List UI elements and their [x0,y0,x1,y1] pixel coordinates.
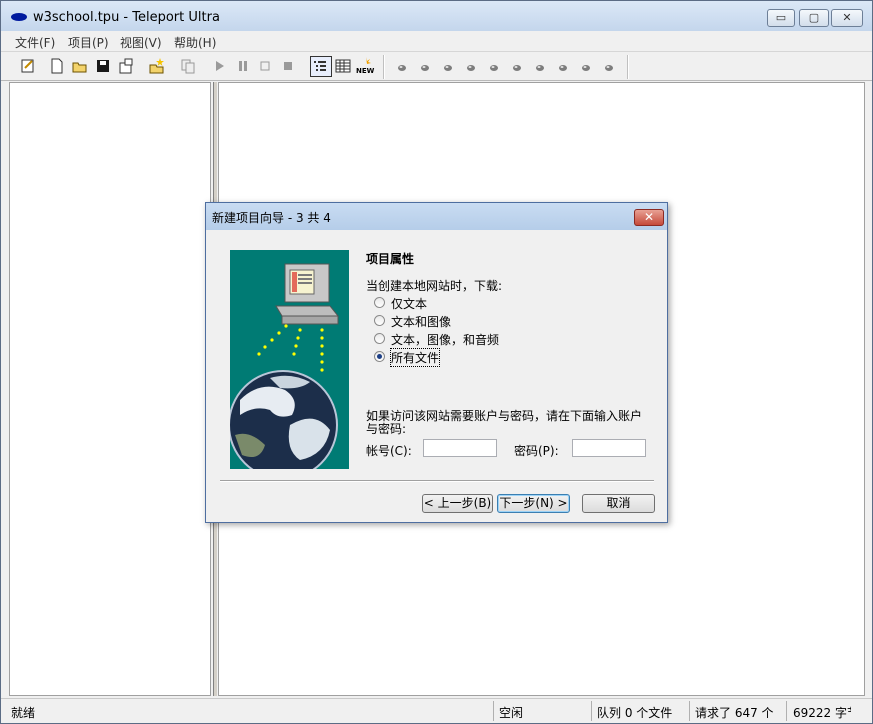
queue-bullet-icon[interactable] [416,57,434,75]
title-bar[interactable]: w3school.tpu - Teleport Ultra ▭ ▢ ✕ [1,1,872,31]
menu-file[interactable]: 文件(F) [15,34,55,51]
stop-outline-icon[interactable] [256,57,274,75]
queue-bullet-icon[interactable] [439,57,457,75]
new-project-icon[interactable] [148,57,166,75]
copy-icon[interactable] [179,57,197,75]
status-separator [591,701,592,721]
credentials-note: 如果访问该网站需要账户与密码，请在下面输入账户与密码: [366,409,643,436]
pause-icon[interactable] [234,57,252,75]
properties-icon[interactable] [117,57,135,75]
close-icon: ✕ [842,11,852,24]
queue-bullet-icon[interactable] [485,57,503,75]
queue-bullet-icon[interactable] [462,57,480,75]
status-state: 空闲 [499,706,524,720]
status-queue: 队列 0 个文件 [597,706,673,720]
account-input[interactable] [423,439,497,457]
view-list-icon[interactable] [334,57,352,75]
next-button[interactable]: 下一步(N) > [497,494,570,513]
dialog-title-bar[interactable]: 新建项目向导 - 3 共 4 ✕ [206,203,667,230]
radio-text-images-audio[interactable] [374,333,385,344]
queue-bullet-icon[interactable] [531,57,549,75]
app-window: w3school.tpu - Teleport Ultra ▭ ▢ ✕ 文件(F… [0,0,873,724]
save-icon[interactable] [94,57,112,75]
dialog-body: 项目属性 当创建本地网站时，下载: 仅文本 文本和图像 文本，图像，和音频 所有… [206,230,667,522]
play-icon[interactable] [211,57,229,75]
maximize-button[interactable]: ▢ [799,9,829,27]
queue-bullet-icon[interactable] [577,57,595,75]
new-file-icon[interactable] [48,57,66,75]
option-label: 仅文本 [391,297,428,311]
status-separator [786,701,787,721]
close-icon: ✕ [643,210,655,224]
view-tree-icon[interactable] [310,56,332,77]
minimize-icon: ▭ [775,11,787,24]
site-tree-pane[interactable] [9,82,211,696]
password-input[interactable] [572,439,646,457]
new-project-wizard-dialog: 新建项目向导 - 3 共 4 ✕ 项目属性 当创建本地网站时，下载: 仅文本 文… [205,202,668,523]
status-separator [493,701,494,721]
toolbar: NEW [1,52,872,81]
toolbar-separator [627,55,629,79]
status-requested: 请求了 647 个 [695,706,774,720]
radio-text-images[interactable] [374,315,385,326]
menu-bar: 文件(F) 项目(P) 视图(V) 帮助(H) [1,31,872,52]
download-prompt: 当创建本地网站时，下载: [366,279,503,293]
status-bytes: 69222 字节 [793,706,851,720]
stop-icon[interactable] [279,57,297,75]
option-label: 文本，图像，和音频 [391,333,500,347]
menu-help[interactable]: 帮助(H) [174,34,216,51]
queue-bullet-icon[interactable] [508,57,526,75]
section-title: 项目属性 [366,252,415,266]
status-separator [689,701,690,721]
queue-bullet-icon[interactable] [600,57,618,75]
menu-view[interactable]: 视图(V) [120,34,162,51]
status-ready: 就绪 [11,706,36,720]
computer-globe-illustration [230,263,340,469]
back-button[interactable]: < 上一步(B) [422,494,493,513]
menu-project[interactable]: 项目(P) [68,34,109,51]
dialog-separator [220,480,654,482]
window-title: w3school.tpu - Teleport Ultra [33,10,220,25]
option-label: 文本和图像 [391,315,452,329]
edit-project-icon[interactable] [19,57,37,75]
svg-text:NEW: NEW [356,67,375,75]
queue-bullet-icon[interactable] [393,57,411,75]
app-icon [11,13,27,21]
dialog-title: 新建项目向导 - 3 共 4 [212,211,331,225]
radio-all-files[interactable] [374,351,385,362]
toolbar-separator [383,55,385,79]
close-button[interactable]: ✕ [831,9,863,27]
password-label: 密码(P): [514,444,559,458]
radio-text-only[interactable] [374,297,385,308]
queue-bullet-icon[interactable] [554,57,572,75]
open-folder-icon[interactable] [71,57,89,75]
wizard-image [230,250,349,469]
maximize-icon: ▢ [808,11,820,24]
new-icon[interactable]: NEW [356,57,375,75]
option-label: 所有文件 [389,348,441,367]
cancel-button[interactable]: 取消 [582,494,655,513]
dialog-close-button[interactable]: ✕ [634,209,664,226]
status-bar: 就绪 空闲 队列 0 个文件 请求了 647 个 69222 字节 [1,698,872,723]
account-label: 帐号(C): [366,444,412,458]
minimize-button[interactable]: ▭ [767,9,795,27]
